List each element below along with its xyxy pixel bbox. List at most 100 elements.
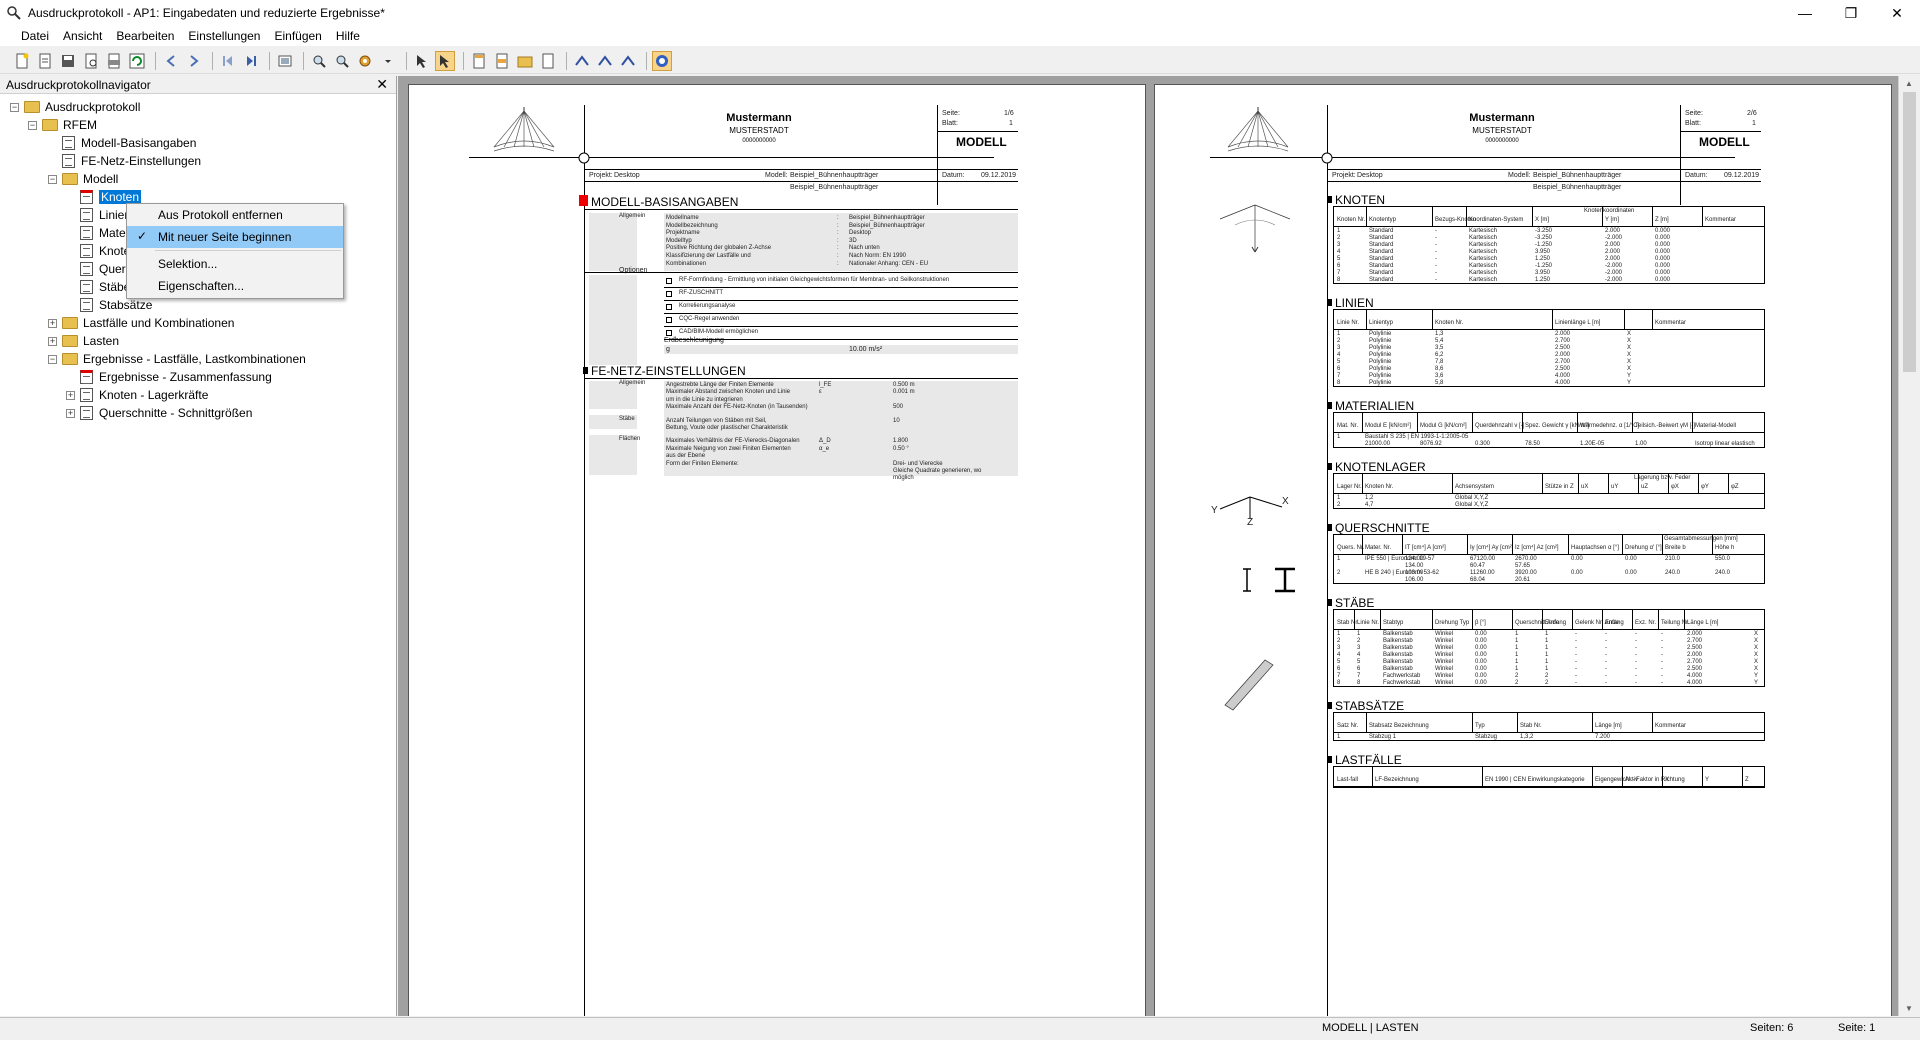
table-cell: 8,6	[1435, 366, 1444, 372]
menu-bearbeiten[interactable]: Bearbeiten	[109, 29, 181, 43]
table-cell: X	[1627, 352, 1632, 358]
option-checkbox[interactable]	[666, 291, 672, 297]
cover-icon[interactable]	[492, 51, 512, 71]
tree-item[interactable]: − Modell	[0, 170, 396, 188]
graphic-2-icon[interactable]	[595, 51, 615, 71]
zoom-in-icon[interactable]	[309, 51, 329, 71]
menu-einstellungen[interactable]: Einstellungen	[181, 29, 267, 43]
close-window-button[interactable]: ✕	[1874, 0, 1920, 26]
tree-item[interactable]: − Ergebnisse - Lastfälle, Lastkombination…	[0, 350, 396, 368]
tree-item[interactable]: Ergebnisse - Zusammenfassung	[0, 368, 396, 386]
table-cell: 2.700	[1687, 638, 1703, 644]
section-title: STÄBE	[1335, 596, 1375, 610]
open-icon[interactable]	[35, 51, 55, 71]
column-divider	[1632, 610, 1633, 630]
print-preview-icon[interactable]	[81, 51, 101, 71]
toolbar-separator	[155, 51, 156, 70]
column-divider	[1652, 207, 1653, 227]
tree-item[interactable]: − Ausdruckprotokoll	[0, 98, 396, 116]
column-divider	[1380, 610, 1381, 630]
tree-item[interactable]: + Lasten	[0, 332, 396, 350]
folder-icon[interactable]	[515, 51, 535, 71]
last-page-icon[interactable]	[241, 51, 261, 71]
dropdown-arrow-icon[interactable]	[378, 51, 398, 71]
table-cell: 57.65	[1515, 563, 1531, 569]
section-title-fe-netz: FE-NETZ-EINSTELLUNGEN	[591, 364, 746, 378]
table-cell: 3920.00	[1515, 570, 1537, 576]
table-cell: 134.00	[1405, 563, 1424, 569]
option-checkbox[interactable]	[666, 330, 672, 336]
back-icon[interactable]	[161, 51, 181, 71]
table-cell: 8	[1337, 380, 1341, 386]
option-checkbox[interactable]	[666, 304, 672, 310]
forward-icon[interactable]	[184, 51, 204, 71]
column-divider	[1482, 767, 1483, 787]
new-icon[interactable]	[12, 51, 32, 71]
menu-hilfe[interactable]: Hilfe	[329, 29, 367, 43]
expand-icon[interactable]: +	[48, 318, 57, 328]
option-checkbox[interactable]	[666, 278, 672, 284]
first-page-icon[interactable]	[218, 51, 238, 71]
menu-einfuegen[interactable]: Einfügen	[267, 29, 328, 43]
tree-item[interactable]: − RFEM	[0, 116, 396, 134]
scrollbar-thumb[interactable]	[1903, 92, 1916, 372]
zoom-out-icon[interactable]	[332, 51, 352, 71]
navigator-close-icon[interactable]: ✕	[376, 76, 388, 93]
vertical-scrollbar[interactable]: ▲ ▼	[1898, 76, 1920, 1016]
table-cell: 550.0	[1715, 556, 1731, 562]
maximize-button[interactable]: ❐	[1828, 0, 1874, 26]
menu-datei[interactable]: Datei	[14, 29, 56, 43]
ctx-remove-from-report[interactable]: Aus Protokoll entfernen	[127, 204, 343, 226]
tree-item[interactable]: + Knoten - Lagerkräfte	[0, 386, 396, 404]
save-icon[interactable]	[58, 51, 78, 71]
menu-ansicht[interactable]: Ansicht	[56, 29, 109, 43]
section-title: STABSÄTZE	[1335, 699, 1405, 713]
table-cell: 240.0	[1665, 570, 1681, 576]
seite-label: Seite:	[942, 110, 960, 117]
column-divider	[1472, 413, 1473, 433]
header-icon[interactable]	[469, 51, 489, 71]
collapse-icon[interactable]: −	[28, 120, 37, 130]
graphic-3-icon[interactable]	[618, 51, 638, 71]
minimize-button[interactable]: —	[1782, 0, 1828, 26]
tree-item[interactable]: + Querschnitte - Schnittgrößen	[0, 404, 396, 422]
fe-symbol: α_e	[819, 445, 830, 452]
table-cell: 1	[1545, 631, 1549, 637]
expand-icon[interactable]: +	[48, 336, 57, 346]
column-divider	[1402, 535, 1403, 555]
tree-item[interactable]: + Lastfälle und Kombinationen	[0, 314, 396, 332]
collapse-icon[interactable]: −	[48, 174, 57, 184]
table-header-cell: Querdehnzahl ν [-]	[1475, 423, 1525, 429]
print-preview-area[interactable]: Mustermann MUSTERSTADT 0000000000 Seite:…	[398, 76, 1898, 1016]
table-cell: -	[1635, 652, 1637, 658]
scroll-down-icon[interactable]: ▼	[1905, 1004, 1913, 1013]
ctx-selection[interactable]: Selektion...	[127, 253, 343, 275]
page-setup-icon[interactable]	[275, 51, 295, 71]
scroll-up-icon[interactable]: ▲	[1905, 79, 1913, 88]
table-cell: IPE 550 | Euronorm 19-57	[1365, 556, 1435, 562]
collapse-icon[interactable]: −	[48, 354, 57, 364]
menu-separator	[155, 250, 341, 251]
help-icon[interactable]	[652, 50, 672, 71]
settings-icon[interactable]	[355, 51, 375, 71]
table-header-cell: Quers. Nr.	[1337, 545, 1365, 551]
tree-item[interactable]: FE-Netz-Einstellungen	[0, 152, 396, 170]
refresh-icon[interactable]	[127, 51, 147, 71]
table-cell: 3	[1337, 345, 1341, 351]
table-cell: 1	[1515, 638, 1519, 644]
ctx-start-new-page[interactable]: ✓ Mit neuer Seite beginnen	[127, 226, 343, 248]
header-circle-icon	[578, 152, 590, 164]
collapse-icon[interactable]: −	[10, 102, 19, 112]
table-cell: -	[1661, 673, 1663, 679]
table-cell: 6	[1337, 666, 1341, 672]
option-checkbox[interactable]	[666, 317, 672, 323]
graphic-icon[interactable]	[572, 51, 592, 71]
ctx-properties[interactable]: Eigenschaften...	[127, 275, 343, 297]
select-icon[interactable]	[412, 51, 432, 71]
page-icon[interactable]	[538, 51, 558, 71]
expand-icon[interactable]: +	[66, 390, 75, 400]
select-mode-icon[interactable]	[435, 50, 455, 71]
print-icon[interactable]	[104, 51, 124, 71]
tree-item[interactable]: Modell-Basisangaben	[0, 134, 396, 152]
expand-icon[interactable]: +	[66, 408, 75, 418]
